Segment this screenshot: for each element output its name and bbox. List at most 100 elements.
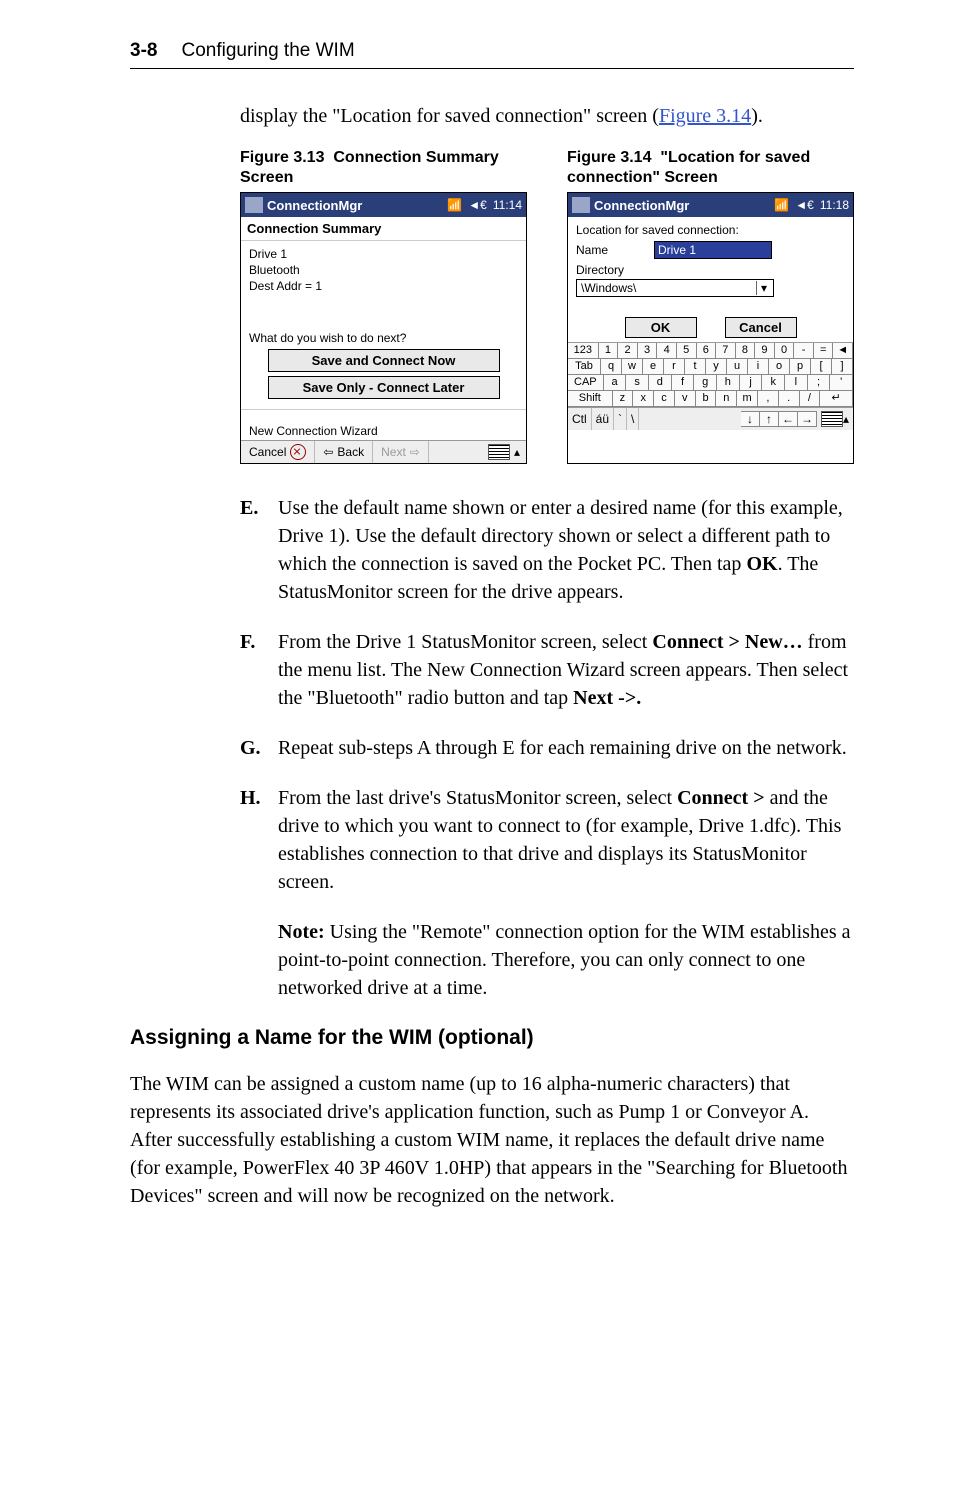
directory-value: \Windows\ (581, 281, 636, 295)
osk-key[interactable]: [ (811, 359, 832, 375)
osk-key[interactable]: e (643, 359, 664, 375)
osk-key[interactable]: a (604, 375, 627, 391)
osk-grave-key[interactable]: ` (614, 408, 627, 430)
figure-link[interactable]: Figure 3.14 (659, 105, 751, 127)
osk-key-caps[interactable]: CAP (568, 375, 604, 391)
osk-key[interactable]: n (716, 391, 737, 407)
ok-button[interactable]: OK (625, 317, 697, 338)
osk-arrow-right[interactable]: → (798, 411, 817, 427)
step-text: From the Drive 1 StatusMonitor screen, s… (278, 628, 854, 712)
osk-key[interactable]: f (672, 375, 695, 391)
osk-key[interactable]: q (601, 359, 622, 375)
cancel-button[interactable]: Cancel (241, 441, 315, 463)
cancel-button[interactable]: Cancel (725, 317, 797, 338)
osk-key[interactable]: 7 (716, 343, 736, 359)
osk-arrow-left[interactable]: ← (779, 411, 798, 427)
osk-backslash-key[interactable]: \ (627, 408, 639, 430)
osk-row-3: CAP a s d f g h j k l ; ' (568, 375, 853, 391)
cancel-label: Cancel (249, 445, 286, 459)
chapter-title: Configuring the WIM (181, 40, 354, 62)
figure-caption-right: Figure 3.14 "Location for saved connecti… (567, 148, 854, 188)
osk-key[interactable]: r (664, 359, 685, 375)
speaker-icon[interactable]: ◄€ (795, 198, 814, 212)
save-connect-now-button[interactable]: Save and Connect Now (268, 349, 500, 372)
osk-key[interactable]: 9 (755, 343, 775, 359)
screenshots-row: ConnectionMgr 📶 ◄€ 11:14 Connection Summ… (240, 192, 854, 464)
sip-button[interactable]: ▴ (482, 441, 526, 463)
signal-icon: 📶 (447, 198, 462, 212)
back-label: Back (337, 445, 364, 459)
figure-caption-row: Figure 3.13 Connection Summary Screen Fi… (240, 148, 854, 188)
osk-key[interactable]: w (622, 359, 643, 375)
osk-key[interactable]: m (737, 391, 758, 407)
start-flag-icon[interactable] (245, 197, 263, 213)
keyboard-icon (821, 411, 843, 427)
titlebar-right: 📶 ◄€ 11:18 (774, 198, 849, 212)
directory-label: Directory (576, 263, 646, 277)
osk-key[interactable]: x (633, 391, 654, 407)
summary-line: Dest Addr = 1 (249, 279, 518, 293)
osk-key[interactable]: ; (808, 375, 831, 391)
osk-key[interactable]: k (762, 375, 785, 391)
step-E: E. Use the default name shown or enter a… (240, 494, 854, 606)
osk-key[interactable]: j (740, 375, 763, 391)
osk-key[interactable]: h (717, 375, 740, 391)
osk-key[interactable]: 5 (677, 343, 697, 359)
step-letter: G. (240, 734, 264, 762)
steps-list: E. Use the default name shown or enter a… (240, 494, 854, 1002)
back-arrow-icon: ⇦ (323, 445, 333, 459)
osk-key[interactable]: p (790, 359, 811, 375)
osk-key[interactable]: o (769, 359, 790, 375)
osk-key[interactable]: - (794, 343, 814, 359)
osk-key[interactable]: d (649, 375, 672, 391)
save-only-connect-later-button[interactable]: Save Only - Connect Later (268, 376, 500, 399)
speaker-icon[interactable]: ◄€ (468, 198, 487, 212)
osk-key[interactable]: s (626, 375, 649, 391)
titlebar: ConnectionMgr 📶 ◄€ 11:18 (568, 193, 853, 217)
osk-accent-key[interactable]: áü (592, 408, 614, 430)
osk-key[interactable]: ] (832, 359, 853, 375)
osk-key[interactable]: b (696, 391, 717, 407)
osk-key[interactable]: , (758, 391, 779, 407)
osk-key[interactable]: ' (830, 375, 853, 391)
osk-ctl-key[interactable]: Ctl (568, 408, 592, 430)
prompt-area: What do you wish to do next? Save and Co… (241, 323, 526, 409)
start-flag-icon[interactable] (572, 197, 590, 213)
osk-key[interactable]: i (748, 359, 769, 375)
osk-arrow-up[interactable]: ↑ (760, 411, 779, 427)
osk-key[interactable]: c (654, 391, 675, 407)
osk-key[interactable]: 8 (736, 343, 756, 359)
osk-key[interactable]: u (727, 359, 748, 375)
osk-key-enter[interactable]: ↵ (820, 391, 853, 407)
osk-key-tab[interactable]: Tab (568, 359, 601, 375)
osk-key[interactable]: / (800, 391, 821, 407)
sip-button[interactable]: ▴ (817, 408, 853, 430)
osk-key[interactable]: 4 (657, 343, 677, 359)
app-title: ConnectionMgr (594, 198, 770, 213)
name-input[interactable]: Drive 1 (654, 241, 772, 259)
next-button[interactable]: Next ⇨ (373, 441, 429, 463)
osk-key-backspace[interactable]: ◄ (833, 343, 853, 359)
osk-key[interactable]: z (613, 391, 634, 407)
osk-arrows: ↓ ↑ ← → (741, 411, 817, 427)
osk-arrow-down[interactable]: ↓ (741, 411, 760, 427)
osk-key[interactable]: 123 (568, 343, 599, 359)
osk-key[interactable]: 6 (697, 343, 717, 359)
osk-key[interactable]: . (779, 391, 800, 407)
back-button[interactable]: ⇦ Back (315, 441, 373, 463)
osk-row-2: Tab q w e r t y u i o p [ ] (568, 359, 853, 375)
osk-key[interactable]: = (814, 343, 834, 359)
osk-key[interactable]: v (675, 391, 696, 407)
directory-combo[interactable]: \Windows\ ▾ (576, 279, 774, 297)
osk-key[interactable]: 0 (775, 343, 795, 359)
osk-key[interactable]: t (685, 359, 706, 375)
osk-key[interactable]: 2 (618, 343, 638, 359)
sip-arrow-icon: ▴ (514, 445, 520, 459)
osk-key[interactable]: 3 (638, 343, 658, 359)
osk-key[interactable]: 1 (599, 343, 619, 359)
osk-key-shift[interactable]: Shift (568, 391, 613, 407)
cancel-x-icon (290, 444, 306, 460)
osk-key[interactable]: g (694, 375, 717, 391)
osk-key[interactable]: y (706, 359, 727, 375)
osk-key[interactable]: l (785, 375, 808, 391)
